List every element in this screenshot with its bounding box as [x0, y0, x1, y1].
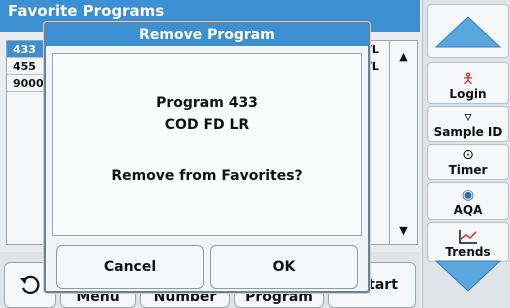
- aqa-icon: ◉: [461, 187, 475, 203]
- list-scrollbar[interactable]: ▲ ▼: [390, 40, 418, 245]
- remove-program-dialog: Remove Program Program 433 COD FD LR Rem…: [44, 22, 370, 293]
- dialog-message-area: Program 433 COD FD LR Remove from Favori…: [52, 53, 362, 236]
- back-arrow-icon: [20, 275, 40, 295]
- scroll-up-button[interactable]: [427, 4, 509, 58]
- scroll-down-icon[interactable]: ▼: [390, 217, 417, 243]
- dialog-title: Remove Program: [46, 24, 368, 46]
- login-button[interactable]: 🯅 Login: [427, 62, 509, 104]
- ok-button[interactable]: OK: [210, 245, 358, 289]
- sidebar-item-label: Sample ID: [433, 125, 503, 139]
- sample-icon: ▿: [464, 109, 472, 125]
- aqa-button[interactable]: ◉ AQA: [427, 182, 509, 220]
- page-title: Favorite Programs: [8, 2, 165, 20]
- timer-icon: ⊙: [462, 147, 474, 163]
- cancel-button[interactable]: Cancel: [56, 245, 204, 289]
- sample-id-button[interactable]: ▿ Sample ID: [427, 106, 509, 142]
- program-name: COD FD LR: [164, 117, 250, 133]
- down-arrow-icon: [434, 260, 502, 292]
- scroll-down-button[interactable]: [427, 250, 509, 304]
- program-number: Program 433: [156, 95, 258, 111]
- up-arrow-icon: [434, 16, 502, 48]
- confirm-question: Remove from Favorites?: [111, 168, 303, 184]
- sidebar-item-label: Login: [449, 87, 487, 101]
- sidebar: 🯅 Login ▿ Sample ID ⊙ Timer ◉ AQA Trends: [422, 0, 510, 308]
- timer-button[interactable]: ⊙ Timer: [427, 144, 509, 180]
- sidebar-item-label: Timer: [448, 163, 488, 177]
- person-icon: 🯅: [461, 71, 475, 87]
- scroll-up-icon[interactable]: ▲: [390, 43, 417, 69]
- sidebar-item-label: AQA: [453, 203, 483, 217]
- trends-icon: [459, 230, 477, 244]
